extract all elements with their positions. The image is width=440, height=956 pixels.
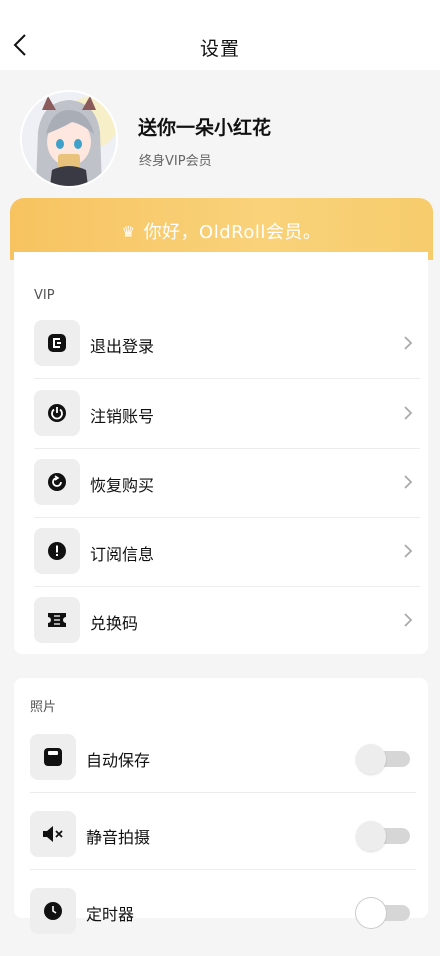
ticket-icon <box>48 613 66 627</box>
auto-save-label: 自动保存 <box>86 751 151 770</box>
header-bar: 设置 <box>0 0 440 70</box>
timer-icon <box>44 902 62 920</box>
crown-icon: ♛ <box>121 223 136 241</box>
chevron-right-icon <box>404 613 413 627</box>
logout-label: 退出登录 <box>90 337 155 356</box>
divider <box>34 448 420 449</box>
restore-purchase-label: 恢复购买 <box>90 476 155 495</box>
divider <box>30 792 416 793</box>
subscription-info-row[interactable]: 订阅信息 <box>34 528 420 596</box>
auto-save-toggle[interactable] <box>356 744 410 774</box>
avatar[interactable] <box>22 92 116 186</box>
silent-shooting-row: 静音拍摄 <box>30 811 416 879</box>
divider <box>34 378 420 379</box>
redeem-code-label: 兑换码 <box>90 614 139 633</box>
timer-row: 定时器 <box>30 888 416 956</box>
timer-label: 定时器 <box>86 905 135 924</box>
section-title-vip: VIP <box>34 288 55 303</box>
anime-girl-avatar-icon <box>22 92 116 186</box>
vip-greeting: 你好，OldRoll会员。 <box>143 222 322 243</box>
logout-row[interactable]: 退出登录 <box>34 320 420 388</box>
redeem-code-row[interactable]: 兑换码 <box>34 597 420 665</box>
info-icon <box>48 542 66 560</box>
divider <box>34 586 420 587</box>
divider <box>30 869 416 870</box>
restore-icon <box>48 473 66 491</box>
chevron-right-icon <box>404 406 413 420</box>
silent-shooting-toggle[interactable] <box>356 821 410 851</box>
restore-purchase-row[interactable]: 恢复购买 <box>34 459 420 527</box>
chevron-right-icon <box>404 475 413 489</box>
vip-banner[interactable]: ♛ 你好，OldRoll会员。 <box>10 198 433 260</box>
membership-label: 终身VIP会员 <box>139 154 212 169</box>
auto-save-row: 自动保存 <box>30 734 416 802</box>
timer-toggle[interactable] <box>356 898 410 928</box>
deactivate-account-label: 注销账号 <box>90 407 155 426</box>
vip-settings-card: VIP 退出登录 注销账号 恢复购买 订阅信息 兑换码 <box>14 252 428 654</box>
deactivate-account-row[interactable]: 注销账号 <box>34 390 420 458</box>
save-icon <box>44 748 62 766</box>
section-title-photo: 照片 <box>30 700 57 715</box>
silent-shooting-label: 静音拍摄 <box>86 828 151 847</box>
page-title: 设置 <box>199 38 240 60</box>
photo-settings-card: 照片 自动保存 静音拍摄 定时器 <box>14 678 428 934</box>
username: 送你一朵小红花 <box>138 117 272 139</box>
power-icon <box>48 404 66 422</box>
mute-icon <box>43 826 63 842</box>
chevron-right-icon <box>404 336 413 350</box>
subscription-info-label: 订阅信息 <box>90 545 155 564</box>
chevron-right-icon <box>404 544 413 558</box>
logout-icon <box>48 334 66 352</box>
divider <box>34 517 420 518</box>
